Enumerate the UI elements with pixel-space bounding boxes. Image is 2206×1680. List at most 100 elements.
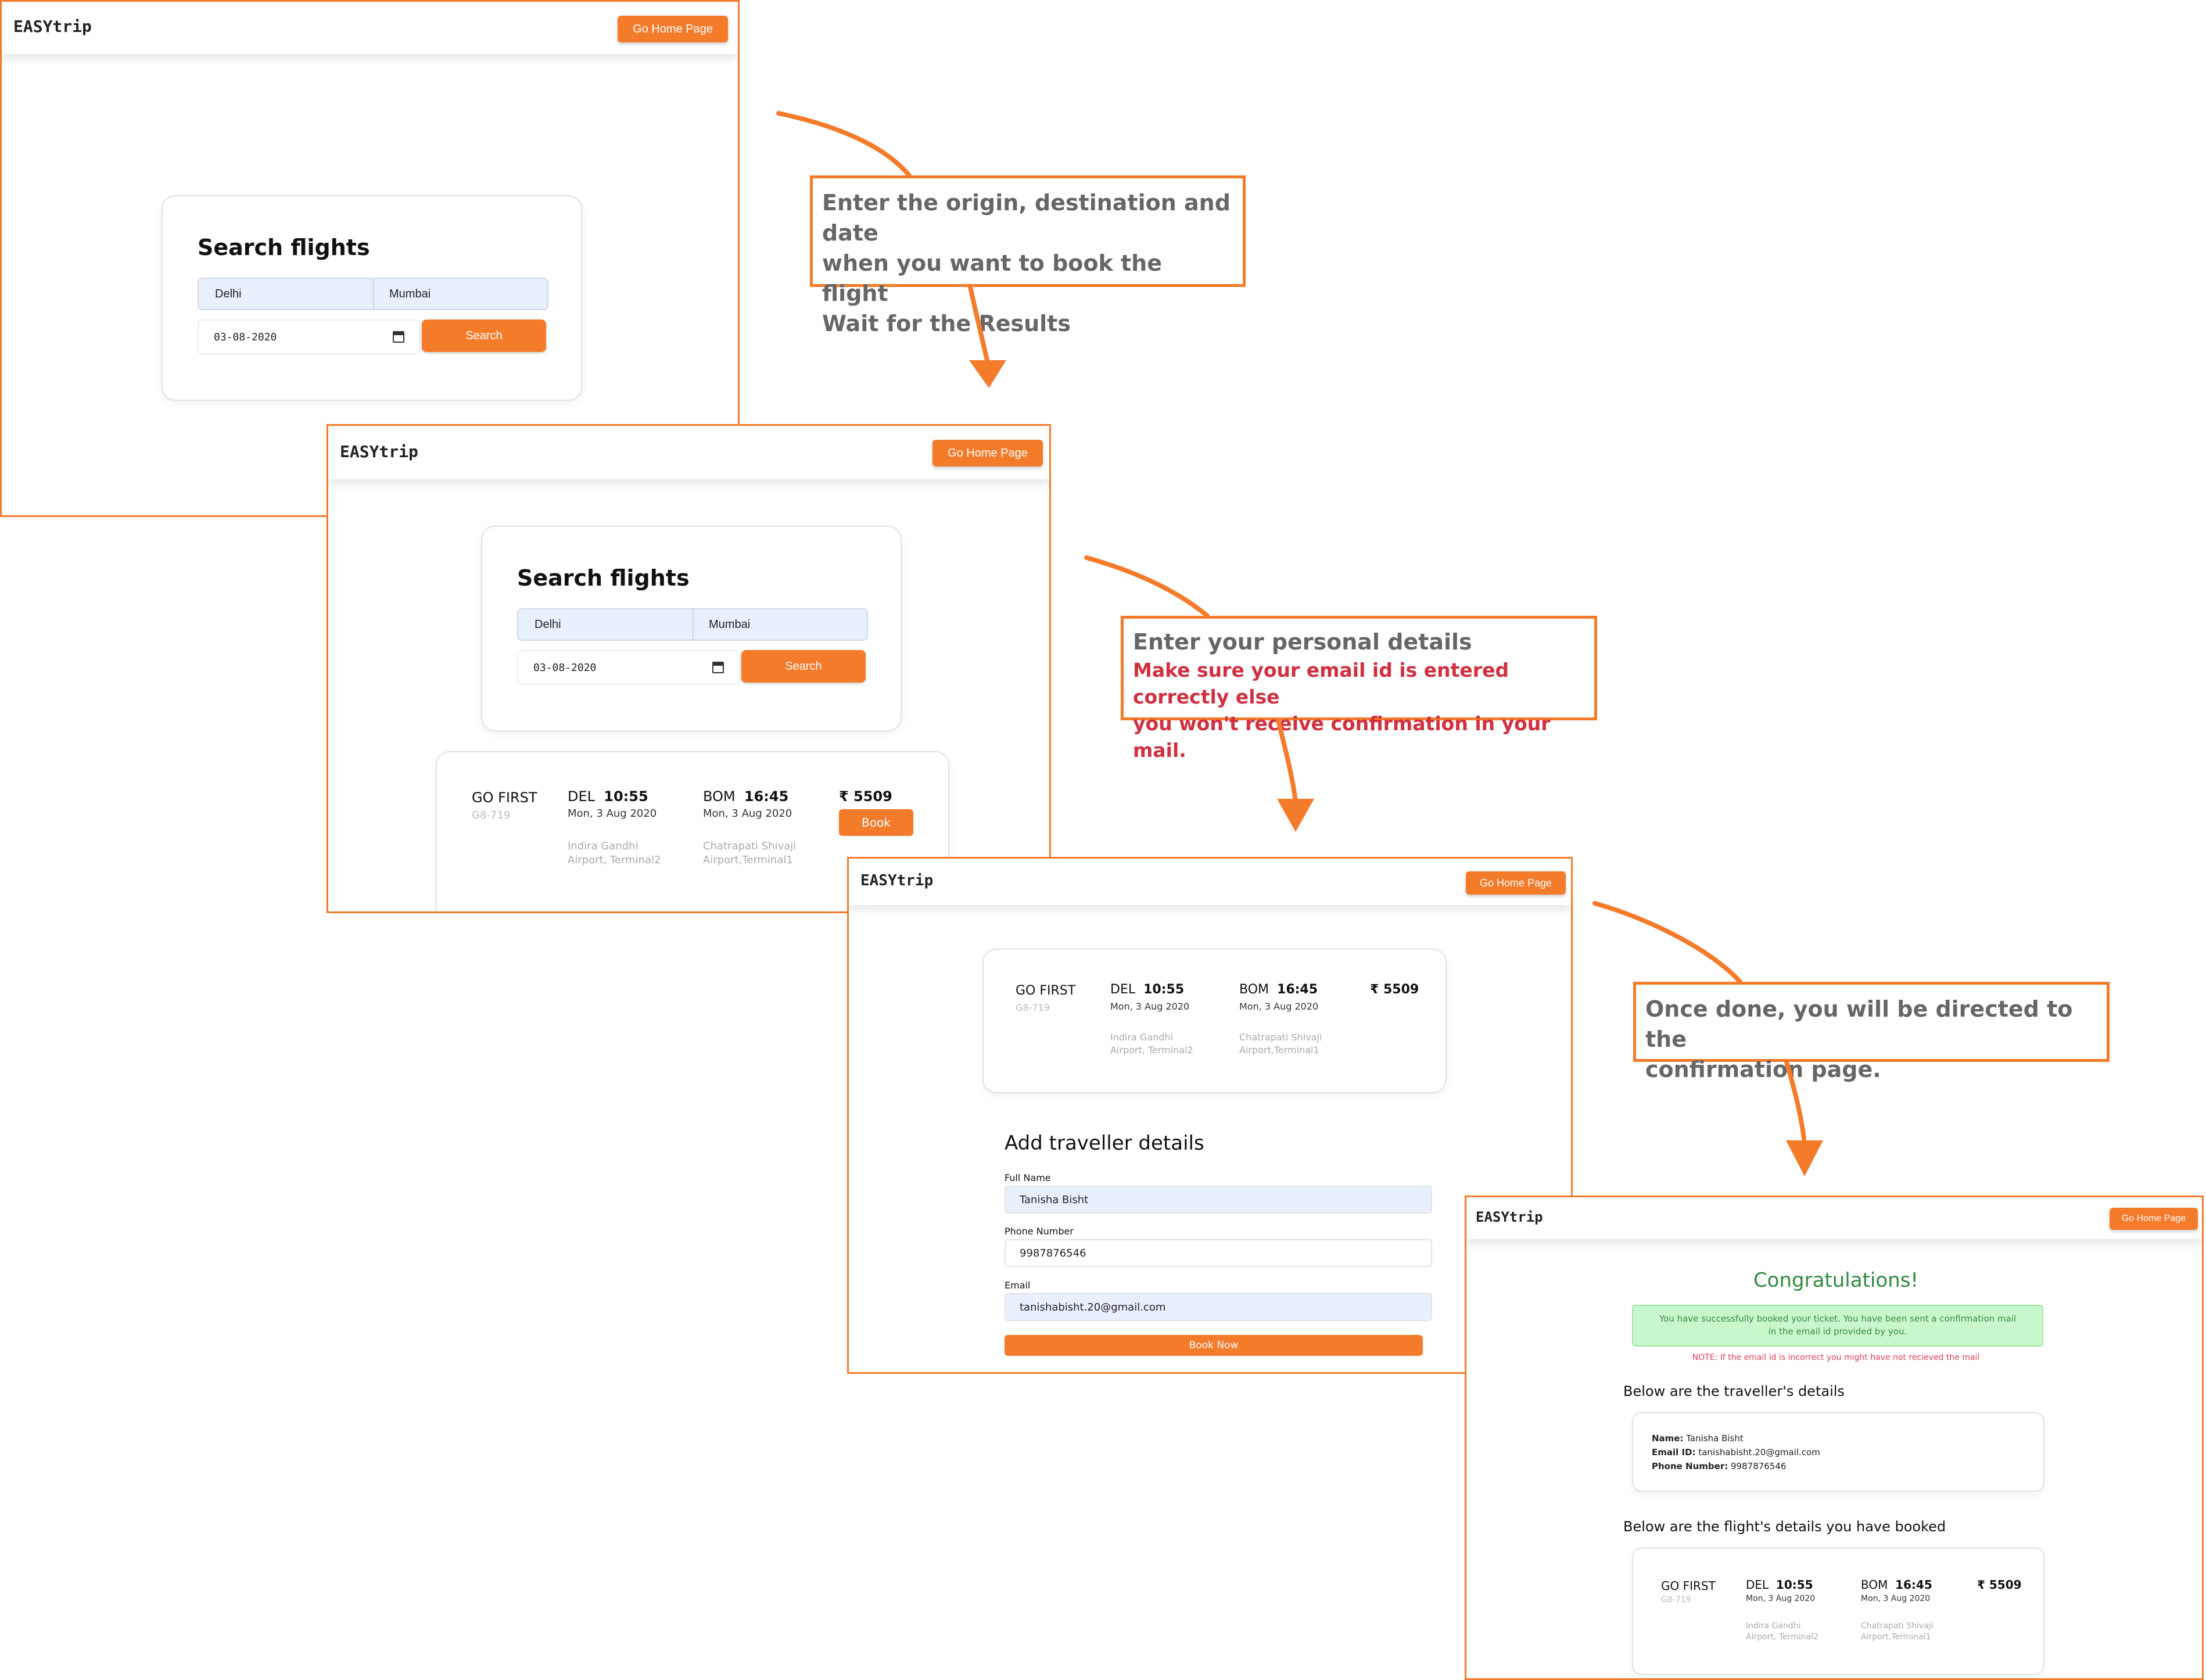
arrowhead-1 — [969, 360, 1006, 388]
arrival-date: Mon, 3 Aug 2020 — [1861, 1594, 1931, 1603]
callout-step-search-line3: Wait for the Results — [822, 311, 1071, 336]
brand-logo[interactable]: EASYtrip — [860, 872, 933, 889]
departure-date: Mon, 3 Aug 2020 — [568, 807, 657, 820]
email-label: Email — [1005, 1280, 1031, 1291]
callout-step-details-warning1: Make sure your email id is entered corre… — [1133, 659, 1509, 708]
departure-airport-line2: Airport, Terminal2 — [568, 854, 661, 867]
phone-value: 9987876546 — [1020, 1247, 1086, 1259]
selected-flight-card: GO FIRST G8-719 DEL 10:55 Mon, 3 Aug 202… — [982, 949, 1447, 1093]
arrival-code-text: BOM — [1861, 1578, 1888, 1592]
arrival-airport-line1: Chatrapati Shivaji — [1239, 1032, 1322, 1043]
traveller-email: tanishabisht.20@gmail.com — [1698, 1447, 1820, 1458]
arrival-airport-line1: Chatrapati Shivaji — [1861, 1621, 1934, 1631]
callout-step-details-line1: Enter your personal details — [1133, 629, 1472, 655]
navbar: EASYtrip Go Home Page — [849, 859, 1571, 905]
arrival-airport-line2: Airport,Terminal1 — [703, 854, 793, 867]
flight-number: G8-719 — [472, 809, 511, 821]
route-inputs: Delhi Mumbai — [517, 608, 868, 641]
calendar-icon[interactable] — [393, 331, 404, 343]
arrival-code-text: BOM — [703, 788, 736, 805]
departure-date: Mon, 3 Aug 2020 — [1746, 1594, 1816, 1603]
brand-logo[interactable]: EASYtrip — [13, 17, 92, 36]
arrow-2-in — [1084, 555, 1210, 618]
arrival-airport-line2: Airport,Terminal1 — [1239, 1044, 1319, 1056]
departure-airport: Indira Gandhi Airport, Terminal2 — [1110, 1031, 1193, 1056]
arrival-code-text: BOM — [1239, 982, 1269, 997]
callout-step-search: Enter the origin, destination and date w… — [810, 175, 1246, 336]
departure-airport: Indira Gandhi Airport, Terminal2 — [1746, 1621, 1818, 1643]
phone-label: Phone Number — [1005, 1226, 1074, 1237]
arrowhead-2 — [1277, 799, 1314, 832]
departure-code-text: DEL — [1110, 982, 1136, 997]
go-home-button[interactable]: Go Home Page — [932, 440, 1043, 466]
callout-step-search-line1: Enter the origin, destination and date — [822, 190, 1231, 246]
booked-flight-card: GO FIRST G8-719 DEL 10:55 Mon, 3 Aug 202… — [1632, 1548, 2044, 1675]
brand-logo[interactable]: EASYtrip — [1476, 1209, 1543, 1225]
origin-input[interactable]: Delhi — [215, 279, 372, 309]
departure-time: 10:55 — [1143, 982, 1185, 997]
navbar: EASYtrip Go Home Page — [1466, 1197, 2202, 1239]
go-home-button[interactable]: Go Home Page — [618, 16, 728, 42]
traveller-details-heading: Below are the traveller's details — [1623, 1383, 1845, 1399]
departure-code-text: DEL — [1746, 1578, 1769, 1592]
arrival-code: BOM 16:45 — [1861, 1578, 1932, 1592]
book-button[interactable]: Book — [839, 809, 913, 836]
success-message: You have successfully booked your ticket… — [1632, 1305, 2043, 1347]
traveller-phone: 9987876546 — [1731, 1461, 1787, 1471]
flight-details-heading: Below are the flight's details you have … — [1623, 1519, 1946, 1535]
search-button[interactable]: Search — [422, 320, 546, 352]
navbar: EASYtrip Go Home Page — [328, 426, 1049, 479]
navbar: EASYtrip Go Home Page — [2, 2, 738, 54]
arrival-date: Mon, 3 Aug 2020 — [703, 807, 792, 820]
callout-step-confirmation-line1: Once done, you will be directed to the — [1645, 996, 2073, 1052]
origin-input[interactable]: Delhi — [535, 609, 691, 640]
airline-name: GO FIRST — [1016, 983, 1076, 998]
departure-time: 10:55 — [1775, 1578, 1813, 1592]
callout-step-search-line2: when you want to book the flight — [822, 250, 1162, 306]
date-input[interactable]: 03-08-2020 — [198, 320, 421, 354]
arrowhead-3 — [1786, 1140, 1823, 1176]
date-value: 03-08-2020 — [533, 661, 597, 674]
date-input[interactable]: 03-08-2020 — [517, 650, 740, 685]
screen-confirmation: EASYtrip Go Home Page Congratulations! Y… — [1465, 1196, 2204, 1680]
full-name-field[interactable]: Tanisha Bisht — [1005, 1186, 1432, 1214]
route-divider — [693, 609, 694, 640]
screen-traveller: EASYtrip Go Home Page GO FIRST G8-719 DE… — [847, 857, 1573, 1374]
arrival-code: BOM 16:45 — [703, 788, 788, 805]
search-card: Search flights Delhi Mumbai 03-08-2020 S… — [481, 526, 902, 731]
departure-time: 10:55 — [604, 788, 648, 805]
arrival-code: BOM 16:45 — [1239, 982, 1318, 997]
flight-price: ₹ 5509 — [1977, 1578, 2022, 1592]
traveller-name-line: Name: Tanisha Bisht — [1652, 1433, 1744, 1444]
arrival-time: 16:45 — [1895, 1578, 1932, 1592]
email-warning-note: NOTE: If the email id is incorrect you m… — [1692, 1353, 1980, 1362]
email-field[interactable]: tanishabisht.20@gmail.com — [1005, 1293, 1432, 1321]
departure-code: DEL 10:55 — [1746, 1578, 1813, 1592]
traveller-name: Tanisha Bisht — [1686, 1433, 1744, 1444]
arrival-time: 16:45 — [1277, 982, 1318, 997]
screen-results: EASYtrip Go Home Page Search flights Del… — [327, 424, 1051, 913]
callout-step-details: Enter your personal details Make sure yo… — [1121, 616, 1597, 762]
destination-input[interactable]: Mumbai — [709, 609, 860, 640]
route-divider — [373, 279, 374, 309]
arrival-airport: Chatrapati Shivaji Airport,Terminal1 — [1239, 1031, 1322, 1056]
departure-airport-line2: Airport, Terminal2 — [1110, 1044, 1193, 1056]
search-card: Search flights Delhi Mumbai 03-08-2020 S… — [162, 195, 582, 401]
calendar-icon[interactable] — [712, 662, 724, 673]
arrival-date: Mon, 3 Aug 2020 — [1239, 1001, 1319, 1012]
book-now-button[interactable]: Book Now — [1005, 1335, 1423, 1356]
phone-field[interactable]: 9987876546 — [1005, 1239, 1432, 1267]
departure-airport-line1: Indira Gandhi — [1110, 1032, 1174, 1043]
go-home-button[interactable]: Go Home Page — [2110, 1208, 2198, 1230]
search-button[interactable]: Search — [741, 650, 866, 683]
traveller-details-card: Name: Tanisha Bisht Email ID: tanishabis… — [1632, 1412, 2044, 1492]
traveller-email-line: Email ID: tanishabisht.20@gmail.com — [1652, 1447, 1820, 1458]
arrival-airport-line1: Chatrapati Shivaji — [703, 840, 797, 852]
flight-price: ₹ 5509 — [1370, 982, 1419, 997]
congratulations-title: Congratulations! — [1753, 1269, 1919, 1292]
flight-number: G8-719 — [1661, 1595, 1691, 1604]
destination-input[interactable]: Mumbai — [389, 279, 540, 309]
flight-price: ₹ 5509 — [839, 788, 892, 805]
go-home-button[interactable]: Go Home Page — [1466, 871, 1566, 895]
brand-logo[interactable]: EASYtrip — [340, 442, 418, 461]
